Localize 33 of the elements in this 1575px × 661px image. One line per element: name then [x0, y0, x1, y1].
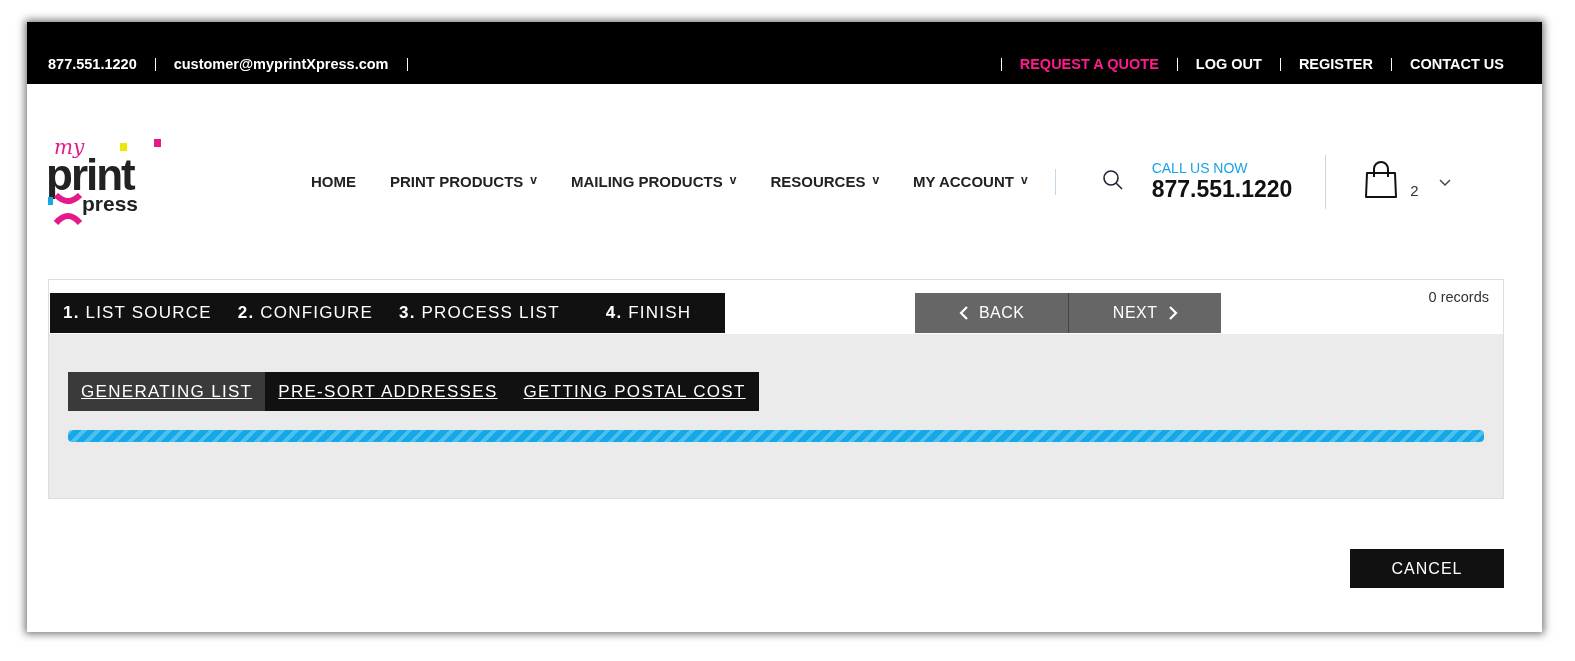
email-link[interactable]: customer@myprintXpress.com	[173, 56, 389, 72]
nav-item[interactable]: MAILING PRODUCTS v	[554, 173, 754, 190]
square-icon	[120, 142, 127, 151]
chevron-right-icon	[1167, 306, 1178, 320]
wizard-step[interactable]: 3. PROCESS LIST	[399, 303, 560, 323]
cancel-button[interactable]: CANCEL	[1350, 549, 1504, 588]
top-link[interactable]: REGISTER	[1298, 56, 1373, 72]
top-link[interactable]: LOG OUT	[1195, 56, 1262, 72]
task-tab[interactable]: GETTING POSTAL COST	[510, 372, 759, 411]
top-link[interactable]: CONTACT US	[1410, 56, 1504, 72]
search-icon[interactable]	[1101, 168, 1124, 191]
nav-item[interactable]: PRINT PRODUCTS v	[373, 173, 555, 190]
top-link[interactable]: REQUEST A QUOTE	[1019, 56, 1159, 72]
cart-count: 2	[1410, 182, 1419, 199]
wizard-step[interactable]: 4. FINISH	[605, 303, 692, 323]
square-icon	[154, 138, 161, 147]
task-tab[interactable]: PRE-SORT ADDRESSES	[265, 372, 511, 411]
back-button[interactable]: BACK	[915, 293, 1069, 333]
nav-item[interactable]: RESOURCES v	[753, 173, 897, 190]
nav-item[interactable]: HOME	[294, 173, 373, 190]
nav-item[interactable]: MY ACCOUNT v	[896, 173, 1045, 190]
task-tab[interactable]: GENERATING LIST	[68, 372, 266, 411]
shopping-bag-icon[interactable]	[1364, 160, 1399, 199]
phone-number: 877.551.1220	[48, 56, 137, 72]
phone-number[interactable]: 877.551.1220	[1151, 176, 1293, 203]
next-button[interactable]: NEXT	[1068, 293, 1222, 333]
wizard-step[interactable]: 1. LIST SOURCE	[63, 303, 212, 323]
call-label: CALL US NOW	[1151, 160, 1249, 176]
logo-text: press	[82, 192, 139, 214]
chevron-down-icon[interactable]	[1438, 178, 1451, 187]
record-count: 0 records	[1428, 289, 1489, 305]
wizard-step[interactable]: 2. CONFIGURE	[237, 303, 374, 323]
chevron-left-icon	[958, 306, 969, 320]
